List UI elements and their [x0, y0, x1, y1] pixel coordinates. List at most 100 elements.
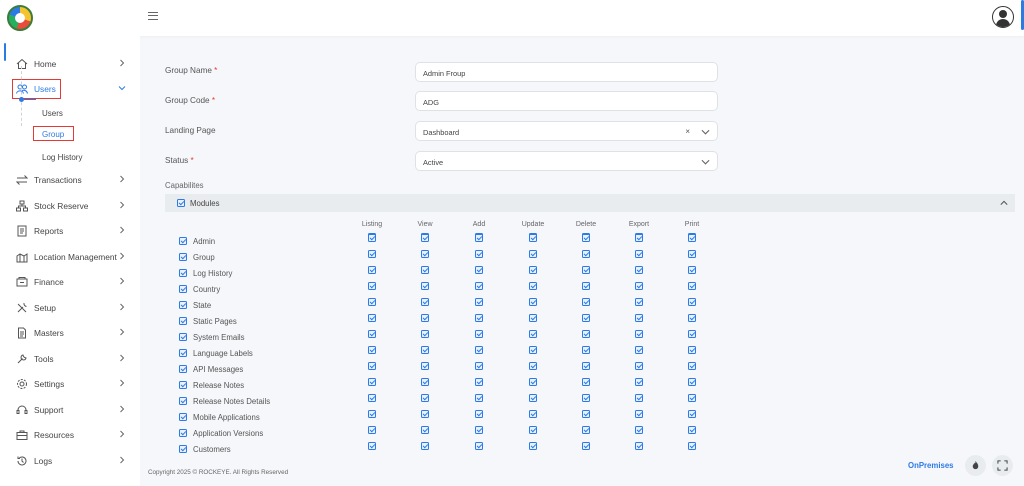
app-logo[interactable] — [7, 5, 33, 31]
permission-checkbox[interactable] — [421, 442, 429, 450]
permission-checkbox[interactable] — [582, 394, 590, 402]
permission-checkbox[interactable] — [582, 314, 590, 322]
row-checkbox[interactable] — [179, 349, 187, 357]
permission-checkbox[interactable] — [529, 346, 537, 354]
permission-checkbox[interactable] — [635, 282, 643, 290]
permission-checkbox[interactable] — [635, 426, 643, 434]
modules-header[interactable]: Modules — [165, 194, 1015, 212]
permission-checkbox[interactable] — [529, 234, 537, 242]
row-checkbox[interactable] — [179, 365, 187, 373]
permission-checkbox[interactable] — [421, 266, 429, 274]
row-checkbox[interactable] — [179, 445, 187, 453]
permission-checkbox[interactable] — [688, 298, 696, 306]
row-checkbox[interactable] — [179, 413, 187, 421]
menu-toggle-icon[interactable] — [148, 12, 158, 20]
permission-checkbox[interactable] — [475, 250, 483, 258]
permission-checkbox[interactable] — [368, 426, 376, 434]
permission-checkbox[interactable] — [529, 282, 537, 290]
permission-checkbox[interactable] — [688, 426, 696, 434]
permission-checkbox[interactable] — [635, 298, 643, 306]
permission-checkbox[interactable] — [421, 378, 429, 386]
permission-checkbox[interactable] — [582, 266, 590, 274]
permission-checkbox[interactable] — [475, 298, 483, 306]
permission-checkbox[interactable] — [688, 378, 696, 386]
permission-checkbox[interactable] — [475, 410, 483, 418]
permission-checkbox[interactable] — [475, 266, 483, 274]
permission-checkbox[interactable] — [582, 378, 590, 386]
permission-checkbox[interactable] — [421, 314, 429, 322]
clear-icon[interactable]: × — [685, 127, 690, 136]
permission-checkbox[interactable] — [475, 442, 483, 450]
permission-checkbox[interactable] — [368, 298, 376, 306]
sidebar-item-settings[interactable]: Settings — [0, 374, 140, 394]
permission-checkbox[interactable] — [635, 410, 643, 418]
sidebar-item-logs[interactable]: Logs — [0, 451, 140, 471]
row-checkbox[interactable] — [179, 253, 187, 261]
permission-checkbox[interactable] — [688, 394, 696, 402]
permission-checkbox[interactable] — [368, 442, 376, 450]
permission-checkbox[interactable] — [475, 234, 483, 242]
fire-button[interactable] — [965, 455, 986, 476]
permission-checkbox[interactable] — [529, 394, 537, 402]
permission-checkbox[interactable] — [368, 362, 376, 370]
permission-checkbox[interactable] — [421, 426, 429, 434]
permission-checkbox[interactable] — [529, 266, 537, 274]
group-name-input[interactable]: Admin Froup — [415, 62, 718, 82]
permission-checkbox[interactable] — [368, 282, 376, 290]
permission-checkbox[interactable] — [688, 314, 696, 322]
row-checkbox[interactable] — [179, 381, 187, 389]
sidebar-item-support[interactable]: Support — [0, 400, 140, 420]
permission-checkbox[interactable] — [688, 362, 696, 370]
permission-checkbox[interactable] — [635, 314, 643, 322]
permission-checkbox[interactable] — [635, 378, 643, 386]
permission-checkbox[interactable] — [635, 362, 643, 370]
permission-checkbox[interactable] — [368, 314, 376, 322]
chevron-up-icon[interactable] — [1000, 199, 1008, 207]
row-checkbox[interactable] — [179, 301, 187, 309]
permission-checkbox[interactable] — [475, 362, 483, 370]
permission-checkbox[interactable] — [421, 330, 429, 338]
permission-checkbox[interactable] — [635, 346, 643, 354]
permission-checkbox[interactable] — [421, 298, 429, 306]
permission-checkbox[interactable] — [368, 346, 376, 354]
permission-checkbox[interactable] — [529, 330, 537, 338]
permission-checkbox[interactable] — [475, 330, 483, 338]
submenu-item-users[interactable]: Users — [42, 109, 63, 118]
permission-checkbox[interactable] — [635, 266, 643, 274]
permission-checkbox[interactable] — [529, 378, 537, 386]
row-checkbox[interactable] — [179, 317, 187, 325]
permission-checkbox[interactable] — [688, 346, 696, 354]
permission-checkbox[interactable] — [582, 362, 590, 370]
permission-checkbox[interactable] — [475, 426, 483, 434]
modules-checkbox[interactable] — [177, 199, 185, 207]
permission-checkbox[interactable] — [421, 346, 429, 354]
landing-page-select[interactable]: Dashboard × — [415, 121, 718, 141]
row-checkbox[interactable] — [179, 285, 187, 293]
sidebar-item-stock-reserve[interactable]: Stock Reserve — [0, 196, 140, 216]
permission-checkbox[interactable] — [529, 426, 537, 434]
group-code-input[interactable]: ADG — [415, 91, 718, 111]
permission-checkbox[interactable] — [635, 394, 643, 402]
fullscreen-button[interactable] — [992, 455, 1013, 476]
sidebar-item-resources[interactable]: Resources — [0, 425, 140, 445]
permission-checkbox[interactable] — [421, 394, 429, 402]
permission-checkbox[interactable] — [421, 234, 429, 242]
sidebar-item-transactions[interactable]: Transactions — [0, 170, 140, 190]
permission-checkbox[interactable] — [368, 266, 376, 274]
row-checkbox[interactable] — [179, 397, 187, 405]
sidebar-item-tools[interactable]: Tools — [0, 349, 140, 369]
sidebar-item-setup[interactable]: Setup — [0, 298, 140, 318]
permission-checkbox[interactable] — [529, 250, 537, 258]
permission-checkbox[interactable] — [421, 362, 429, 370]
permission-checkbox[interactable] — [582, 234, 590, 242]
permission-checkbox[interactable] — [582, 410, 590, 418]
permission-checkbox[interactable] — [635, 330, 643, 338]
permission-checkbox[interactable] — [475, 282, 483, 290]
sidebar-item-masters[interactable]: Masters — [0, 323, 140, 343]
permission-checkbox[interactable] — [688, 250, 696, 258]
permission-checkbox[interactable] — [529, 314, 537, 322]
permission-checkbox[interactable] — [475, 314, 483, 322]
row-checkbox[interactable] — [179, 269, 187, 277]
row-checkbox[interactable] — [179, 237, 187, 245]
permission-checkbox[interactable] — [688, 266, 696, 274]
